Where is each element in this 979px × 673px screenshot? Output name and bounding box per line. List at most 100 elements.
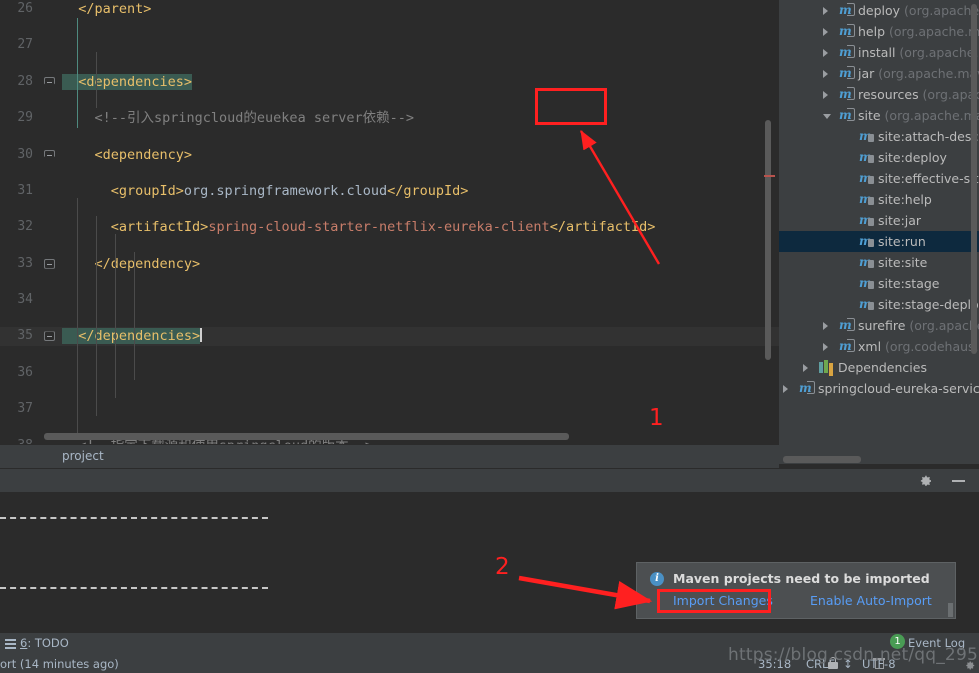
chevron-right-icon[interactable] (823, 343, 828, 351)
editor-vertical-scrollbar[interactable] (765, 120, 771, 360)
maven-tree-row[interactable]: m site:jar (779, 210, 979, 231)
maven-tree-row[interactable]: m site:deploy (779, 147, 979, 168)
chevron-right-icon[interactable] (823, 28, 828, 36)
line-separator-chevron[interactable]: ↕ (843, 657, 853, 671)
chevron-right-icon[interactable] (823, 70, 828, 78)
code-line[interactable]: 29 <!--引入springcloud的euekea server依赖--> (0, 109, 779, 127)
bottom-tool-window-bar: 6: TODO (0, 632, 979, 654)
code-line[interactable]: 27 (0, 36, 779, 54)
maven-tree-row[interactable]: m site:run (779, 231, 979, 252)
console-separator-line (0, 517, 268, 519)
annotation-box-artifact-id (535, 88, 607, 125)
line-number: 27 (17, 37, 33, 53)
maven-tree-row[interactable]: mjar (org.apache.mave (779, 63, 979, 84)
maven-tree-row[interactable]: m site:stage-deploy (779, 294, 979, 315)
code-line[interactable]: 26 </parent> (0, 0, 779, 18)
maven-tree-row[interactable]: m springcloud-eureka-service (779, 378, 979, 399)
chevron-right-icon[interactable] (783, 385, 788, 393)
maven-tree-row-coords: (org.apache.m (904, 3, 979, 18)
code-editor[interactable]: 26 </parent> 27 28 <dependencies> 29 <!--引入… (0, 0, 779, 444)
error-stripe-marker[interactable] (764, 175, 775, 177)
chevron-right-icon[interactable] (823, 322, 828, 330)
maven-vertical-scrollbar[interactable] (971, 4, 977, 354)
minimize-icon[interactable] (952, 480, 965, 482)
maven-tree-row-coords: (org.apach (922, 87, 979, 102)
todo-list-icon (5, 639, 16, 649)
code-line[interactable]: 30 <dependency> (0, 146, 779, 164)
maven-tree-row[interactable]: m site:help (779, 189, 979, 210)
chevron-right-icon[interactable] (823, 7, 828, 15)
maven-tree-row[interactable]: m site:effective-site (779, 168, 979, 189)
chevron-right-icon[interactable] (803, 364, 808, 372)
text-caret (200, 328, 203, 343)
maven-tree-row[interactable]: msurefire (org.apache. (779, 315, 979, 336)
maven-tree-row-label: site:effective-site (878, 171, 979, 186)
code-lines[interactable]: 26 </parent> 27 28 <dependencies> 29 <!--引入… (0, 0, 779, 444)
code-fold-icon[interactable] (44, 149, 55, 162)
tab-event-log[interactable]: Event Log (908, 636, 965, 650)
maven-tree-row-label: jar (org.apache.mave (858, 63, 979, 84)
chevron-right-icon[interactable] (823, 91, 828, 99)
maven-tree-row-coords: (org.codehaus.m (885, 339, 979, 354)
maven-plugin-icon: m (839, 318, 855, 333)
maven-tree-row-label: site:site (878, 255, 928, 270)
code-fold-icon[interactable] (44, 331, 55, 342)
indent-guide (134, 252, 135, 380)
code-line[interactable]: 34 (0, 291, 779, 309)
notification-scrollbar[interactable] (948, 603, 953, 617)
caret-position[interactable]: 35:18 (758, 657, 791, 671)
maven-goal-icon: m (859, 213, 874, 228)
editor-horizontal-scrollbar[interactable] (44, 433, 569, 440)
maven-tree-row[interactable]: mdeploy (org.apache.m (779, 0, 979, 21)
code-line[interactable]: 36 (0, 364, 779, 382)
code-line[interactable]: 28 <dependencies> (0, 73, 779, 91)
maven-tree-row-label: Dependencies (838, 360, 927, 375)
gear-icon[interactable] (917, 473, 933, 489)
maven-tree-row-coords: (org.apache.mav (884, 108, 979, 123)
code-line[interactable]: 31 <groupId>org.springframework.cloud</g… (0, 182, 779, 200)
maven-tree-row[interactable]: mresources (org.apach (779, 84, 979, 105)
maven-projects-panel[interactable]: mdeploy (org.apache.mmhelp (org.apache.m… (779, 0, 979, 455)
gear-icon[interactable] (963, 657, 976, 670)
tab-todo[interactable]: 6: TODO (20, 636, 69, 650)
code-line[interactable]: 32 <artifactId>spring-cloud-starter-netf… (0, 218, 779, 236)
indent-guide (115, 234, 116, 398)
maven-horizontal-scrollbar-track[interactable] (779, 455, 979, 464)
breadcrumb[interactable]: project (0, 444, 779, 468)
chevron-down-icon[interactable] (823, 114, 831, 119)
breadcrumb-item-project[interactable]: project (62, 449, 104, 463)
line-number: 37 (17, 401, 33, 417)
code-line[interactable]: 33 </dependency> (0, 255, 779, 273)
maven-tree-row[interactable]: m help (org.apache.ma (779, 21, 979, 42)
maven-tree-row[interactable]: Dependencies (779, 357, 979, 378)
maven-tree-row-coords: (org.apache.m (899, 45, 979, 60)
maven-goal-icon: m (859, 297, 874, 312)
maven-tree-row-label: springcloud-eureka-service (818, 381, 979, 396)
maven-plugin-icon: m (839, 24, 855, 39)
trash-icon[interactable] (873, 657, 885, 670)
todo-tab-label: : TODO (27, 636, 69, 650)
maven-tree-row-label: site:run (878, 234, 926, 249)
maven-tree-row-coords: (org.apache.mave (878, 66, 979, 81)
code-fold-icon[interactable] (44, 76, 55, 89)
notification-title: Maven projects need to be imported (673, 571, 930, 586)
maven-goal-icon: m (859, 192, 874, 207)
maven-tree-row[interactable]: msite (org.apache.mav (779, 105, 979, 126)
code-fold-icon[interactable] (44, 258, 55, 269)
maven-tree-row-label: help (org.apache.ma (858, 21, 979, 42)
code-line[interactable]: 35 </dependencies> (0, 327, 779, 346)
maven-tree-row[interactable]: m site:stage (779, 273, 979, 294)
maven-tree-row[interactable]: mxml (org.codehaus.m (779, 336, 979, 357)
lock-icon[interactable] (828, 657, 838, 669)
maven-plugin-icon: m (839, 339, 855, 354)
event-log-badge[interactable]: 1 (890, 634, 905, 649)
line-number: 32 (17, 219, 33, 235)
maven-tree-row[interactable]: minstall (org.apache.m (779, 42, 979, 63)
maven-tree-row[interactable]: m site:attach-descrip (779, 126, 979, 147)
line-number: 36 (17, 364, 33, 380)
chevron-right-icon[interactable] (823, 49, 828, 57)
enable-auto-import-link[interactable]: Enable Auto-Import (810, 593, 932, 608)
code-text: </dependency> (62, 255, 201, 272)
maven-horizontal-scrollbar-thumb[interactable] (783, 456, 861, 463)
maven-tree-row[interactable]: m site:site (779, 252, 979, 273)
